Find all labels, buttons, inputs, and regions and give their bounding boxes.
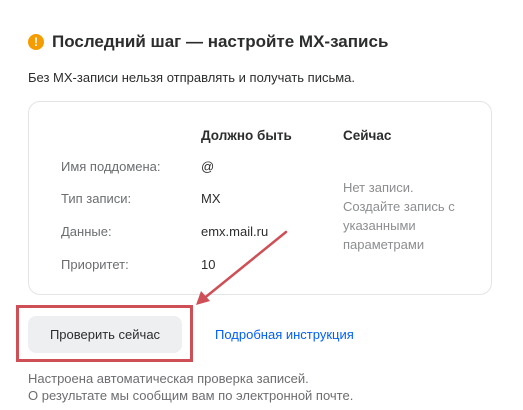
mx-record-card: Должно быть Сейчас Имя поддомена: @ Тип … xyxy=(28,101,492,295)
footer-note: Настроена автоматическая проверка записе… xyxy=(28,370,353,404)
annotation-highlight xyxy=(16,305,193,362)
mx-setup-page: ! Последний шаг — настройте MX-запись Бе… xyxy=(0,0,523,410)
subdomain-value: @ xyxy=(201,159,215,174)
column-now-header: Сейчас xyxy=(343,128,392,143)
footer-line-1: Настроена автоматическая проверка записе… xyxy=(28,371,309,386)
footer-line-2: О результате мы сообщим вам по электронн… xyxy=(28,388,354,403)
column-expected-header: Должно быть xyxy=(201,128,292,143)
record-type-label: Тип записи: xyxy=(61,191,132,206)
subdomain-label: Имя поддомена: xyxy=(61,159,161,174)
current-status-text: Нет записи. Создайте запись с указанными… xyxy=(343,180,455,252)
priority-label: Приоритет: xyxy=(61,257,129,272)
record-type-value: MX xyxy=(201,191,221,206)
exclamation-icon: ! xyxy=(28,34,44,50)
detailed-guide-link[interactable]: Подробная инструкция xyxy=(215,327,354,342)
data-label: Данные: xyxy=(61,224,112,239)
priority-value: 10 xyxy=(201,257,216,272)
data-value: emx.mail.ru xyxy=(201,224,269,239)
page-subtitle: Без MX-записи нельзя отправлять и получа… xyxy=(28,70,356,85)
page-heading: ! Последний шаг — настройте MX-запись xyxy=(28,32,388,52)
page-title: Последний шаг — настройте MX-запись xyxy=(52,32,389,51)
